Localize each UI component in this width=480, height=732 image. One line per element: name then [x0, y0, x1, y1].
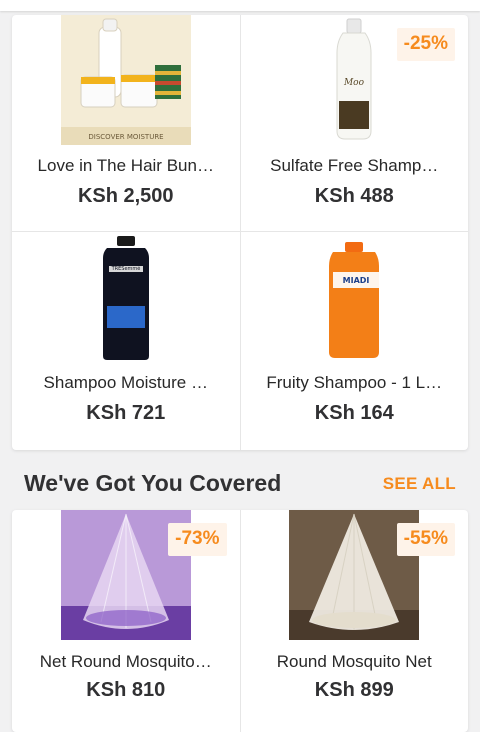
- product-grid: DISCOVER MOISTURE Love in The Hair Bun… …: [12, 15, 468, 450]
- svg-text:DISCOVER MOISTURE: DISCOVER MOISTURE: [88, 133, 163, 141]
- product-price: KSh 810: [86, 679, 166, 701]
- discount-badge: -25%: [396, 28, 455, 61]
- top-header-bar: [0, 0, 480, 11]
- product-name: Fruity Shampoo - 1 L…: [266, 373, 443, 392]
- product-price: KSh 899: [314, 679, 394, 701]
- product-name: Round Mosquito Net: [276, 652, 432, 671]
- product-name: Sulfate Free Shamp…: [270, 156, 439, 175]
- svg-text:MIADI: MIADI: [343, 276, 370, 285]
- product-price: KSh 2,500: [77, 185, 174, 207]
- discount-badge: -55%: [396, 523, 455, 556]
- product-price: KSh 164: [314, 402, 394, 424]
- product-image: TRESemmé: [60, 236, 191, 366]
- product-card[interactable]: DISCOVER MOISTURE Love in The Hair Bun… …: [12, 15, 240, 231]
- product-price: KSh 488: [314, 185, 394, 207]
- product-price: KSh 721: [86, 402, 166, 424]
- product-image: MIADI: [289, 236, 420, 366]
- product-grid: -73% Net Round Mosquito… KSh 810 -55% Ro…: [12, 510, 468, 732]
- product-card[interactable]: TRESemmé Shampoo Moisture … KSh 721: [12, 232, 240, 450]
- product-name: Love in The Hair Bun…: [37, 156, 214, 175]
- product-card[interactable]: -73% Net Round Mosquito… KSh 810: [12, 510, 240, 732]
- product-image: DISCOVER MOISTURE: [60, 15, 191, 145]
- discount-badge: -73%: [168, 523, 227, 556]
- section-title: We've Got You Covered: [24, 470, 282, 496]
- svg-text:Moo: Moo: [343, 78, 365, 88]
- svg-text:TRESemmé: TRESemmé: [110, 265, 140, 272]
- product-card[interactable]: Moo -25% Sulfate Free Shamp… KSh 488: [240, 15, 468, 231]
- see-all-link[interactable]: SEE ALL: [383, 474, 456, 494]
- product-card[interactable]: MIADI Fruity Shampoo - 1 L… KSh 164: [240, 232, 468, 450]
- product-name: Shampoo Moisture …: [43, 373, 208, 392]
- product-card[interactable]: -55% Round Mosquito Net KSh 899: [240, 510, 468, 732]
- product-name: Net Round Mosquito…: [39, 652, 212, 671]
